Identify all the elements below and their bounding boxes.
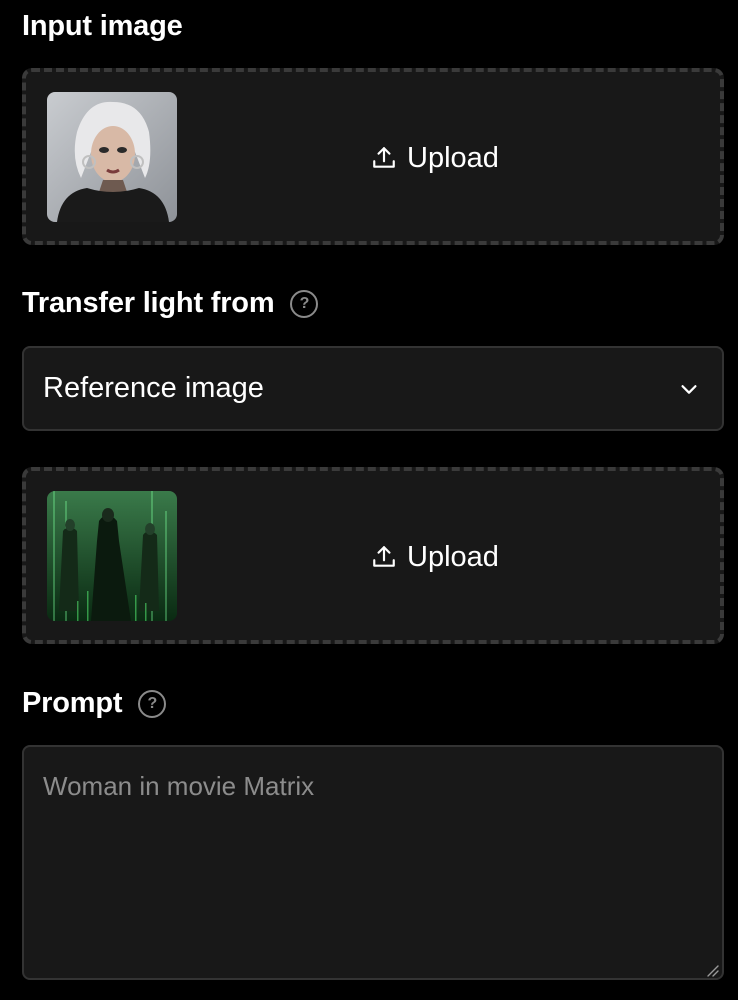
prompt-textarea[interactable] [22, 745, 724, 980]
transfer-light-select[interactable]: Reference image [22, 346, 724, 431]
transfer-light-title-text: Transfer light from [22, 287, 275, 319]
input-image-title: Input image [22, 10, 183, 43]
upload-icon [373, 147, 395, 168]
transfer-light-title: Transfer light from ? [22, 287, 319, 320]
transfer-light-selected-value: Reference image [43, 372, 264, 404]
help-icon[interactable]: ? [290, 289, 319, 318]
reference-image-thumbnail[interactable] [47, 491, 177, 621]
input-image-upload-button[interactable]: Upload [371, 138, 499, 178]
prompt-title-text: Prompt [22, 687, 123, 719]
matrix-poster-thumbnail-image [47, 491, 177, 621]
upload-label: Upload [407, 141, 499, 174]
chevron-down-icon [681, 385, 697, 394]
resize-grip-icon[interactable] [704, 962, 720, 978]
input-image-thumbnail[interactable] [47, 92, 177, 222]
input-image-dropzone[interactable]: Upload [22, 68, 724, 245]
prompt-title: Prompt ? [22, 687, 167, 720]
help-icon[interactable]: ? [138, 689, 167, 718]
upload-label: Upload [407, 540, 499, 573]
upload-icon [373, 546, 395, 567]
portrait-thumbnail-image [47, 92, 177, 222]
reference-image-dropzone[interactable]: Upload [22, 467, 724, 644]
reference-image-upload-button[interactable]: Upload [371, 537, 499, 577]
input-image-title-text: Input image [22, 10, 183, 42]
